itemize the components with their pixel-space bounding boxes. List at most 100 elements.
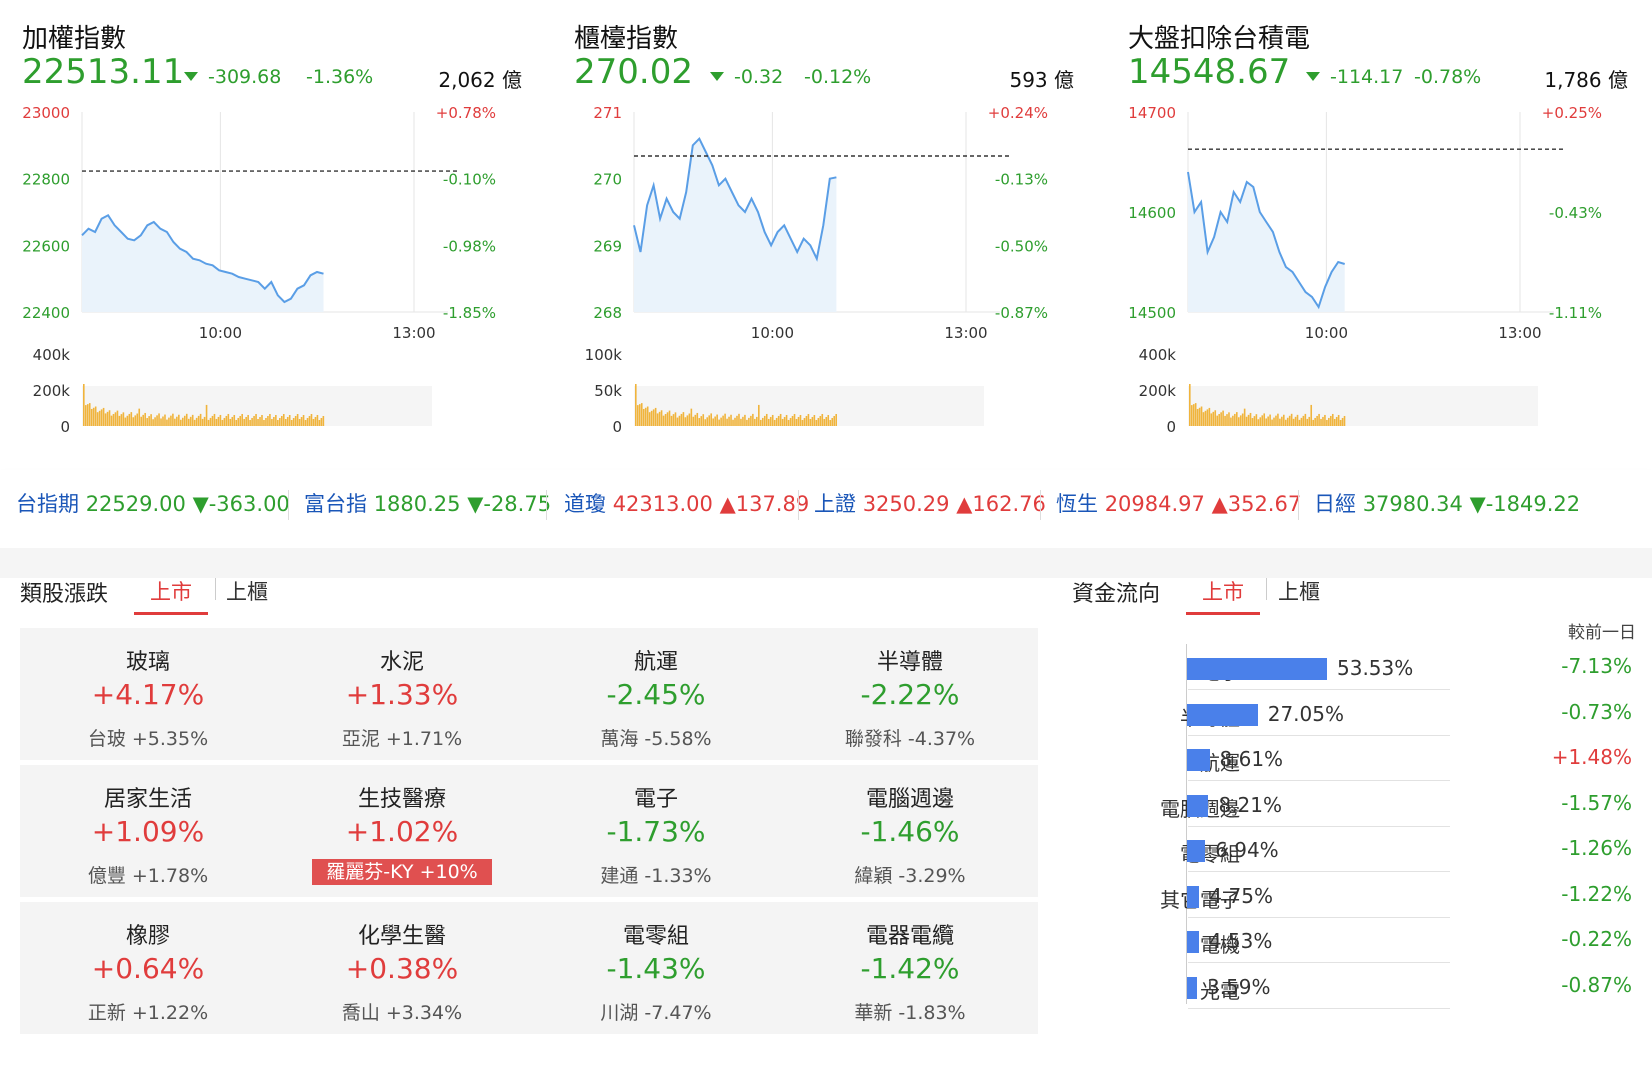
volume-bar bbox=[1194, 403, 1197, 426]
sector-card[interactable]: 電子 -1.73% 建通 -1.33% bbox=[528, 765, 784, 897]
volume-bar bbox=[769, 416, 772, 426]
divider bbox=[288, 490, 289, 520]
volume-bar bbox=[237, 417, 240, 426]
fund-flow-row[interactable]: 電子53.53%-7.13% bbox=[1120, 644, 1650, 692]
sector-top-stock[interactable]: 億豐 +1.78% bbox=[20, 861, 276, 888]
volume-bar bbox=[773, 419, 776, 426]
tab-otc[interactable]: 上櫃 bbox=[226, 576, 268, 606]
sector-card[interactable]: 居家生活 +1.09% 億豐 +1.78% bbox=[20, 765, 276, 897]
ticker-item[interactable]: 道瓊 42313.00 ▲137.89 bbox=[564, 488, 809, 518]
sector-card[interactable]: 電器電纜 -1.42% 華新 -1.83% bbox=[782, 902, 1038, 1034]
sector-card[interactable]: 電腦週邊 -1.46% 緯穎 -3.29% bbox=[782, 765, 1038, 897]
intraday-chart: 23000 22800 22600 22400 +0.78% -0.10% -0.98% -1… bbox=[22, 104, 496, 436]
fund-flow-row[interactable]: 航運 8.61% +1.48% bbox=[1120, 735, 1650, 783]
volume-bar bbox=[219, 414, 222, 426]
sector-card[interactable]: 水泥 +1.33% 亞泥 +1.71% bbox=[274, 628, 530, 760]
volume-bar bbox=[1335, 416, 1338, 426]
volume-bar bbox=[1330, 415, 1332, 426]
sector-top-stock[interactable]: 聯發科 -4.37% bbox=[782, 724, 1038, 751]
sector-top-stock[interactable]: 川湖 -7.47% bbox=[528, 998, 784, 1025]
index-panel-ex-tsmc[interactable]: 大盤扣除台積電 14548.67 -114.17 -0.78% 1,786 億 … bbox=[1106, 0, 1636, 470]
volume-bar bbox=[140, 416, 143, 426]
volume-bar bbox=[758, 404, 760, 426]
divider bbox=[1040, 490, 1041, 520]
sector-card[interactable]: 玻璃 +4.17% 台玻 +5.35% bbox=[20, 628, 276, 760]
fund-flow-row[interactable]: 光電 3.59% -0.87% bbox=[1120, 963, 1650, 1011]
ticker-item[interactable]: 恆生 20984.97 ▲352.67 bbox=[1056, 488, 1301, 518]
volume-bar bbox=[217, 416, 220, 426]
volume-bar bbox=[1275, 415, 1277, 426]
fund-flow-row[interactable]: 電零組 6.94% -1.26% bbox=[1120, 826, 1650, 874]
volume-bar bbox=[1267, 416, 1269, 426]
volume-bar bbox=[783, 416, 786, 426]
ticker-item[interactable]: 富台指 1880.25 ▼-28.75 bbox=[304, 488, 551, 518]
tab-listed[interactable]: 上市 bbox=[150, 576, 192, 606]
sector-card[interactable]: 生技醫療 +1.02% 羅麗芬-KY +10% bbox=[274, 765, 530, 897]
volume-bar bbox=[1208, 407, 1211, 426]
ticker-item[interactable]: 台指期 22529.00 ▼-363.00 bbox=[16, 488, 290, 518]
volume-bar bbox=[1214, 410, 1217, 426]
sector-card[interactable]: 化學生醫 +0.38% 喬山 +3.34% bbox=[274, 902, 530, 1034]
volume-bar bbox=[656, 413, 659, 426]
volume-bar bbox=[1279, 418, 1281, 426]
sector-change: +1.33% bbox=[345, 678, 459, 711]
panel-price: 22513.11 bbox=[22, 52, 185, 92]
sector-top-stock[interactable]: 萬海 -5.58% bbox=[528, 724, 784, 751]
sector-top-stock[interactable]: 喬山 +3.34% bbox=[274, 998, 530, 1025]
fund-flow-share: 3.59% bbox=[1207, 974, 1271, 999]
sector-top-stock[interactable]: 台玻 +5.35% bbox=[20, 724, 276, 751]
volume-bar bbox=[162, 416, 164, 426]
volume-bar bbox=[86, 404, 89, 426]
fund-flow-share: 4.75% bbox=[1209, 883, 1273, 908]
sector-top-stock[interactable]: 正新 +1.22% bbox=[20, 998, 276, 1025]
index-panel-otc[interactable]: 櫃檯指數 270.02 -0.32 -0.12% 593 億 271 270 269… bbox=[552, 0, 1082, 470]
fund-flow-row[interactable]: 半導體27.05%-0.73% bbox=[1120, 690, 1650, 738]
ticker-item[interactable]: 上證 3250.29 ▲162.76 bbox=[814, 488, 1046, 518]
sector-top-stock[interactable]: 亞泥 +1.71% bbox=[274, 724, 530, 751]
volume-bar bbox=[744, 414, 746, 426]
ticker-item[interactable]: 日經 37980.34 ▼-1849.22 bbox=[1314, 488, 1580, 518]
volume-bar bbox=[1286, 417, 1289, 426]
volume-bar bbox=[148, 416, 150, 426]
volume-bar bbox=[1298, 419, 1301, 426]
volume-bar bbox=[1320, 418, 1322, 426]
volume-bar bbox=[696, 412, 699, 426]
sector-card[interactable]: 航運 -2.45% 萬海 -5.58% bbox=[528, 628, 784, 760]
pct-tick-label: -0.10% bbox=[443, 171, 496, 189]
volume-bar bbox=[1341, 417, 1344, 426]
active-tab-indicator bbox=[1186, 612, 1260, 615]
volume-bar bbox=[712, 418, 714, 426]
y-tick-label: 14700 bbox=[1128, 104, 1176, 122]
volume-bar bbox=[1239, 415, 1242, 426]
volume-bar bbox=[318, 419, 321, 426]
price-area bbox=[634, 138, 837, 312]
volume-bar bbox=[787, 419, 790, 426]
tab-listed[interactable]: 上市 bbox=[1202, 576, 1244, 606]
sector-card[interactable]: 半導體 -2.22% 聯發科 -4.37% bbox=[782, 628, 1038, 760]
fund-flow-row[interactable]: 電機 4.53% -0.22% bbox=[1120, 917, 1650, 965]
volume-bar bbox=[265, 417, 267, 426]
section-divider-band bbox=[0, 548, 1652, 578]
sector-top-stock[interactable]: 華新 -1.83% bbox=[782, 998, 1038, 1025]
sector-top-stock[interactable]: 羅麗芬-KY +10% bbox=[312, 859, 492, 885]
volume-bar bbox=[742, 416, 744, 426]
volume-bar bbox=[1212, 411, 1215, 426]
volume-bar bbox=[708, 415, 711, 426]
volume-bar bbox=[193, 419, 196, 426]
volume-bar bbox=[213, 413, 216, 426]
sector-top-stock[interactable]: 緯穎 -3.29% bbox=[782, 861, 1038, 888]
sector-change: -2.22% bbox=[860, 678, 960, 711]
fund-flow-row[interactable]: 其它電子 4.75% -1.22% bbox=[1120, 872, 1650, 920]
volume-bar bbox=[664, 413, 667, 426]
fund-flow-row[interactable]: 電腦週邊8.21%-1.57% bbox=[1120, 781, 1650, 829]
volume-bar bbox=[644, 407, 647, 426]
volume-bar bbox=[316, 414, 319, 426]
volume-bar bbox=[771, 414, 774, 426]
sector-top-stock[interactable]: 建通 -1.33% bbox=[528, 861, 784, 888]
panel-price: 270.02 bbox=[574, 52, 693, 92]
sector-card[interactable]: 電零組 -1.43% 川湖 -7.47% bbox=[528, 902, 784, 1034]
index-panel-taiex[interactable]: 加權指數 22513.11 -309.68 -1.36% 2,062 億 230… bbox=[0, 0, 530, 470]
panel-title: 大盤扣除台積電 bbox=[1128, 24, 1311, 54]
tab-otc[interactable]: 上櫃 bbox=[1278, 576, 1320, 606]
sector-card[interactable]: 橡膠 +0.64% 正新 +1.22% bbox=[20, 902, 276, 1034]
